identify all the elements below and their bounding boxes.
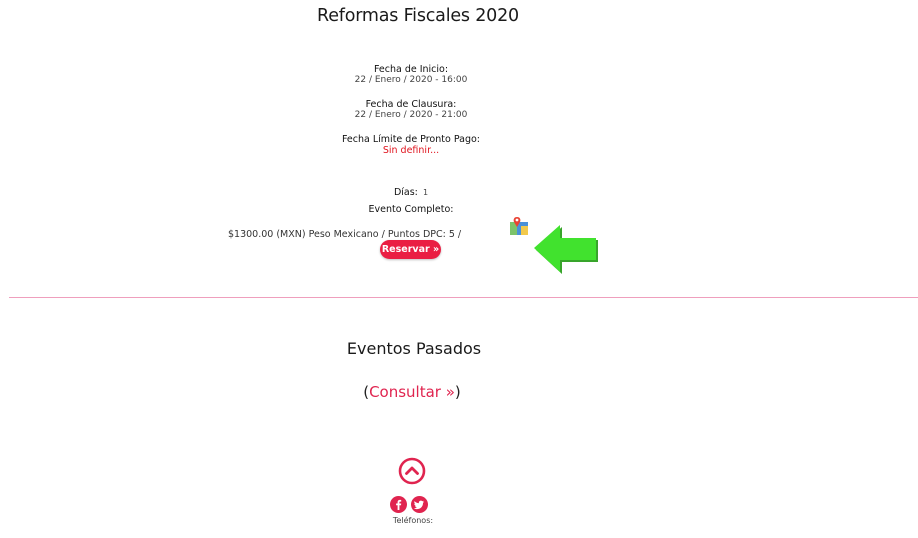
- days-label: Días:: [393, 187, 418, 198]
- end-date-value: 22 / Enero / 2020 - 21:00: [354, 110, 468, 120]
- payment-deadline-label: Fecha Límite de Pronto Pago:: [341, 134, 481, 145]
- full-event-label: Evento Completo:: [368, 204, 454, 215]
- phones-label: Teléfonos:: [392, 516, 434, 525]
- end-date-label: Fecha de Clausura:: [365, 99, 457, 110]
- event-title: Reformas Fiscales 2020: [317, 6, 519, 26]
- map-icon[interactable]: [508, 214, 530, 236]
- twitter-icon[interactable]: [411, 496, 428, 513]
- days-value: 1: [422, 188, 429, 197]
- facebook-icon[interactable]: [390, 496, 407, 513]
- days-row: Días: 1: [394, 180, 428, 199]
- section-divider: [9, 297, 918, 298]
- past-events-heading: Eventos Pasados: [346, 339, 482, 358]
- start-date-label: Fecha de Inicio:: [373, 64, 449, 75]
- scroll-up-icon[interactable]: [398, 457, 426, 485]
- start-date-value: 22 / Enero / 2020 - 16:00: [354, 75, 468, 85]
- close-paren: ): [454, 383, 461, 401]
- green-left-arrow-icon: [534, 225, 598, 274]
- consult-row: (Consultar »): [363, 383, 461, 401]
- price-text: $1300.00 (MXN) Peso Mexicano / Puntos DP…: [228, 229, 462, 240]
- consult-link[interactable]: Consultar »: [369, 383, 455, 401]
- reserve-button[interactable]: Reservar »: [380, 240, 441, 259]
- payment-deadline-value: Sin definir...: [382, 145, 440, 156]
- event-page: Reformas Fiscales 2020 Fecha de Inicio: …: [0, 0, 918, 538]
